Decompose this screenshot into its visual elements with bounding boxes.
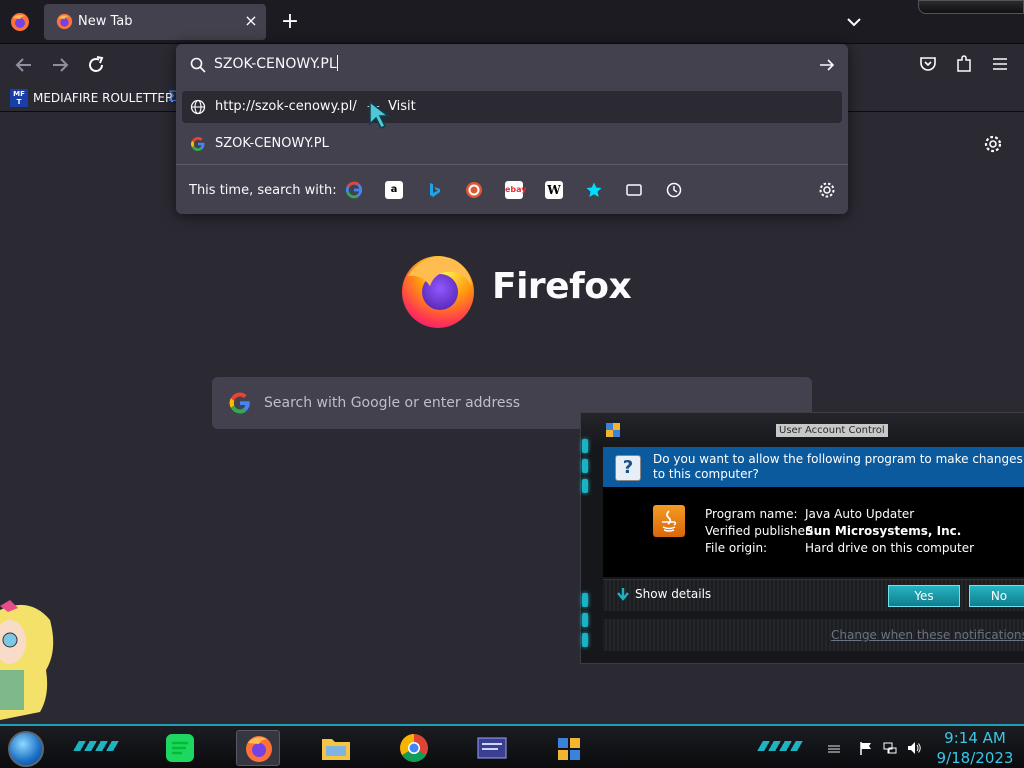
- yes-button[interactable]: Yes: [888, 585, 960, 607]
- taskbar: 9:14 AM 9/18/2023: [0, 724, 1024, 768]
- start-button[interactable]: [8, 731, 44, 767]
- uac-title: User Account Control: [776, 424, 888, 437]
- history-clock-icon[interactable]: [665, 181, 683, 199]
- taskbar-app-chrome[interactable]: [392, 730, 436, 766]
- uac-question: Do you want to allow the following progr…: [653, 452, 1023, 481]
- shield-icon: [606, 423, 620, 437]
- tab-new-tab[interactable]: New Tab ×: [44, 4, 266, 40]
- show-details-label: Show details: [635, 587, 712, 601]
- customize-gear-icon[interactable]: [983, 134, 1003, 154]
- taskbar-app-control-panel[interactable]: [470, 730, 514, 766]
- suggestion-query: SZOK-CENOWY.PL: [215, 136, 329, 151]
- google-icon: [191, 137, 205, 151]
- back-arrow-icon[interactable]: [12, 53, 36, 77]
- show-details-toggle[interactable]: Show details: [617, 587, 711, 601]
- uac-footer: Change when these notifications appear: [603, 619, 1024, 651]
- action-center-flag-icon[interactable]: [858, 740, 874, 756]
- forward-arrow-icon[interactable]: [48, 53, 72, 77]
- go-arrow-icon[interactable]: [818, 56, 836, 74]
- chevron-down-icon[interactable]: [842, 12, 866, 32]
- chrome-icon: [400, 734, 428, 762]
- suggestion-visit-url[interactable]: http://szok-cenowy.pl/ — Visit: [182, 91, 842, 123]
- volume-icon[interactable]: [906, 740, 922, 756]
- java-icon: [653, 505, 685, 537]
- taskbar-app-spotify[interactable]: [158, 730, 202, 766]
- change-notifications-link[interactable]: Change when these notifications appear: [831, 628, 1024, 642]
- show-hidden-icons[interactable]: [826, 740, 842, 756]
- uac-file-origin: File origin: Hard drive on this computer: [705, 541, 975, 555]
- globe-icon: [190, 99, 206, 115]
- arrow-down-icon: [617, 588, 629, 601]
- taskbar-decoration: [757, 741, 803, 751]
- firefox-icon: [56, 13, 73, 30]
- firefox-menu-icon[interactable]: [10, 12, 30, 32]
- question-icon: ?: [615, 455, 641, 481]
- tab-strip: New Tab × +: [0, 0, 1024, 44]
- ebay-engine-icon[interactable]: ebay: [505, 181, 527, 199]
- hamburger-menu-icon[interactable]: [990, 54, 1010, 74]
- bing-engine-icon[interactable]: [425, 181, 443, 199]
- uac-decoration: [581, 433, 589, 647]
- google-engine-icon[interactable]: [345, 181, 363, 199]
- taskbar-app-program-manager[interactable]: [548, 730, 592, 766]
- mediafire-icon: MF T: [10, 89, 28, 107]
- window-decoration: [918, 0, 1024, 14]
- wikipedia-engine-icon[interactable]: W: [545, 181, 563, 199]
- no-button[interactable]: No: [969, 585, 1024, 607]
- new-tab-button[interactable]: +: [278, 10, 302, 34]
- search-icon: [190, 57, 206, 73]
- bookmark-label: MEDIAFIRE ROULETTER: [33, 91, 174, 105]
- duckduckgo-engine-icon[interactable]: [465, 181, 483, 199]
- text-caret: [336, 55, 338, 71]
- mouse-cursor-icon: [369, 100, 391, 130]
- extensions-icon[interactable]: [954, 54, 974, 74]
- taskbar-app-file-explorer[interactable]: [314, 730, 358, 766]
- network-icon[interactable]: [882, 740, 898, 756]
- firefox-logo: [402, 256, 474, 328]
- uac-titlebar: User Account Control: [581, 413, 1024, 449]
- uac-button-row: Show details Yes No: [603, 579, 1024, 611]
- google-icon: [229, 392, 250, 414]
- window-app-icon: [477, 737, 507, 759]
- tabs-icon[interactable]: [625, 181, 643, 199]
- desktop-mascot-image: [0, 600, 54, 720]
- uac-program-info: Program name: Java Auto Updater Verified …: [603, 487, 1024, 577]
- uac-publisher: Verified publisher:Sun Microsystems, Inc…: [705, 524, 962, 538]
- suggestion-search-google[interactable]: SZOK-CENOWY.PL: [182, 128, 842, 160]
- uac-program-name: Program name: Java Auto Updater: [705, 507, 915, 521]
- bookmark-mediafire[interactable]: MF T MEDIAFIRE ROULETTER: [10, 89, 173, 107]
- firefox-wordmark: Firefox: [492, 266, 632, 307]
- tab-title: New Tab: [78, 14, 133, 29]
- close-tab-icon[interactable]: ×: [242, 12, 260, 30]
- urlbar-dropdown: SZOK-CENOWY.PL http://szok-cenowy.pl/ — …: [176, 44, 848, 214]
- urlbar-input[interactable]: SZOK-CENOWY.PL: [176, 44, 848, 86]
- pocket-icon[interactable]: [918, 54, 938, 74]
- firefox-icon: [246, 736, 272, 762]
- uac-header: ? Do you want to allow the following pro…: [603, 447, 1024, 487]
- taskbar-decoration: [73, 741, 119, 751]
- clock[interactable]: 9:14 AM 9/18/2023: [930, 728, 1020, 768]
- tiles-icon: [558, 738, 580, 760]
- one-off-label: This time, search with:: [189, 183, 337, 198]
- folder-icon: [322, 739, 350, 760]
- suggestion-url: http://szok-cenowy.pl/: [215, 99, 357, 114]
- uac-dialog: User Account Control ? Do you want to al…: [580, 412, 1024, 664]
- search-settings-gear-icon[interactable]: [818, 181, 836, 199]
- reload-icon[interactable]: [84, 53, 108, 77]
- clock-time: 9:14 AM: [944, 729, 1006, 747]
- amazon-engine-icon[interactable]: a: [385, 181, 403, 199]
- taskbar-app-firefox[interactable]: [236, 730, 280, 766]
- urlbar-value: SZOK-CENOWY.PL: [214, 56, 337, 72]
- spotify-icon: [166, 734, 194, 762]
- clock-date: 9/18/2023: [936, 749, 1014, 767]
- one-off-search-bar: This time, search with: a ebay W: [176, 164, 848, 214]
- bookmarks-star-icon[interactable]: [585, 181, 603, 199]
